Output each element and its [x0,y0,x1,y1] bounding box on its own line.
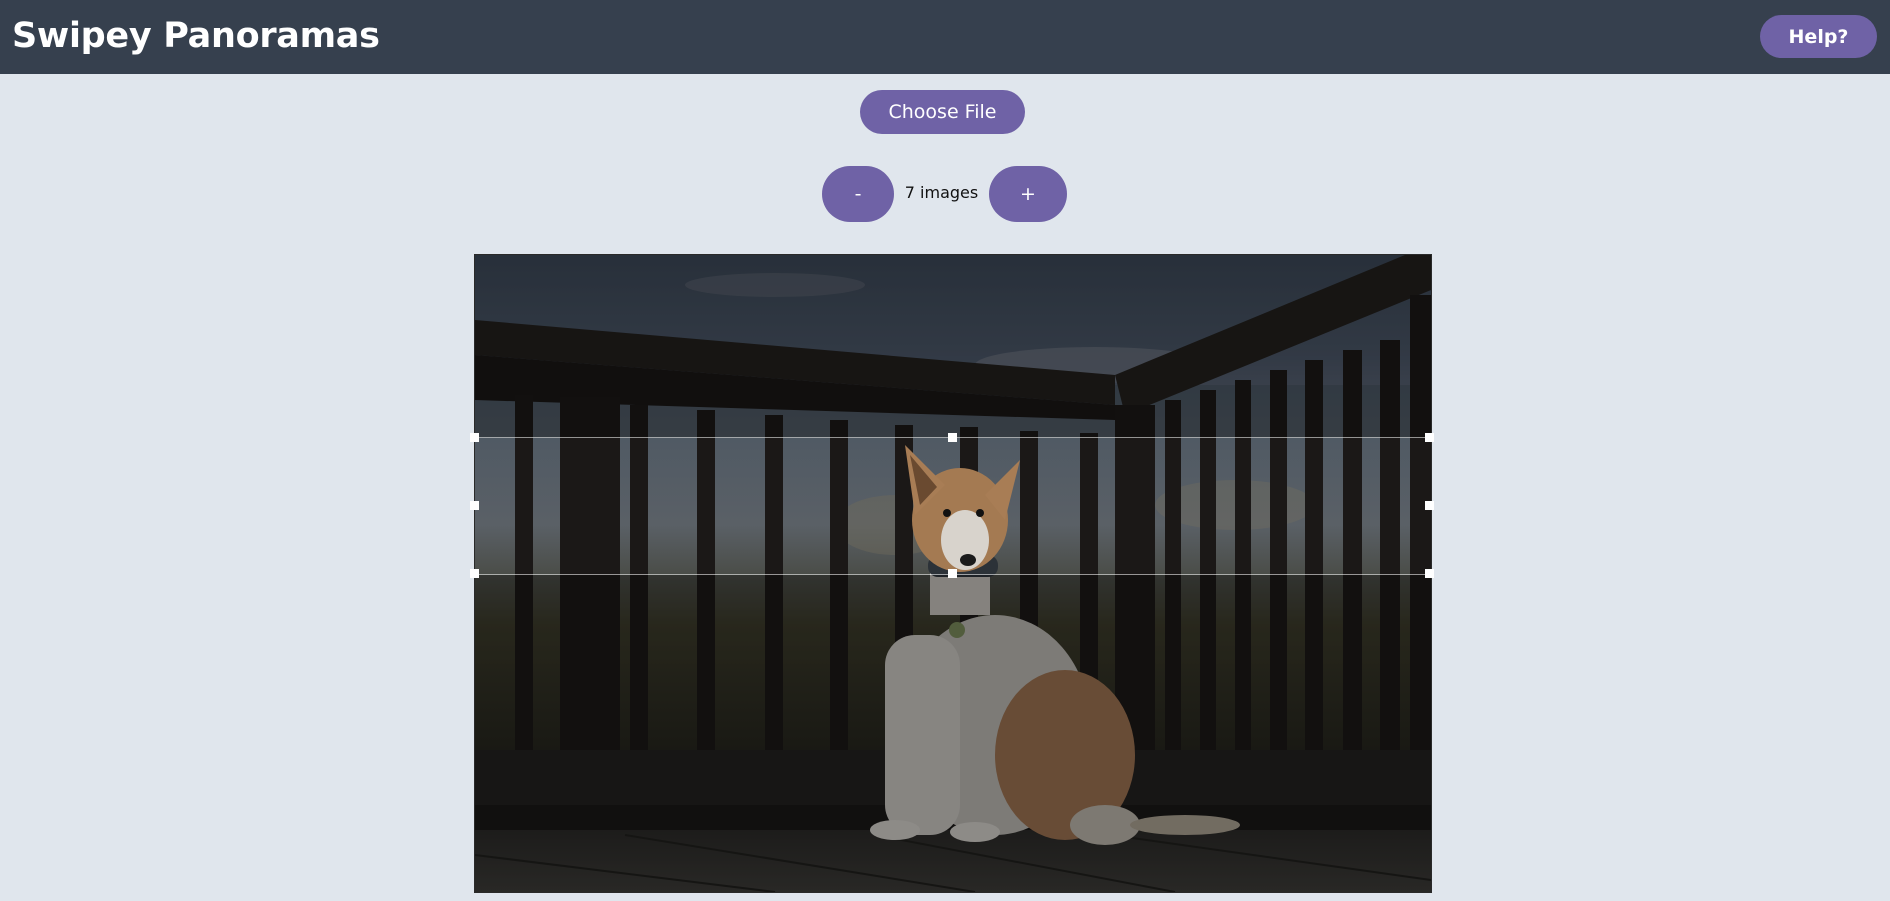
app-title: Swipey Panoramas [12,16,380,56]
decrease-images-button[interactable]: - [822,166,894,222]
crop-handle-top-left[interactable] [470,433,479,442]
help-button[interactable]: Help? [1760,15,1877,58]
crop-handle-middle-right[interactable] [1425,501,1434,510]
crop-handle-middle-left[interactable] [470,501,479,510]
image-count-label: 7 images [904,183,979,202]
increase-images-button[interactable]: + [989,166,1067,222]
crop-handle-top-center[interactable] [948,433,957,442]
crop-handle-bottom-right[interactable] [1425,569,1434,578]
app-header: Swipey Panoramas Help? [0,0,1890,74]
choose-file-button[interactable]: Choose File [860,90,1025,134]
crop-handle-bottom-left[interactable] [470,569,479,578]
crop-handle-bottom-center[interactable] [948,569,957,578]
crop-handle-top-right[interactable] [1425,433,1434,442]
